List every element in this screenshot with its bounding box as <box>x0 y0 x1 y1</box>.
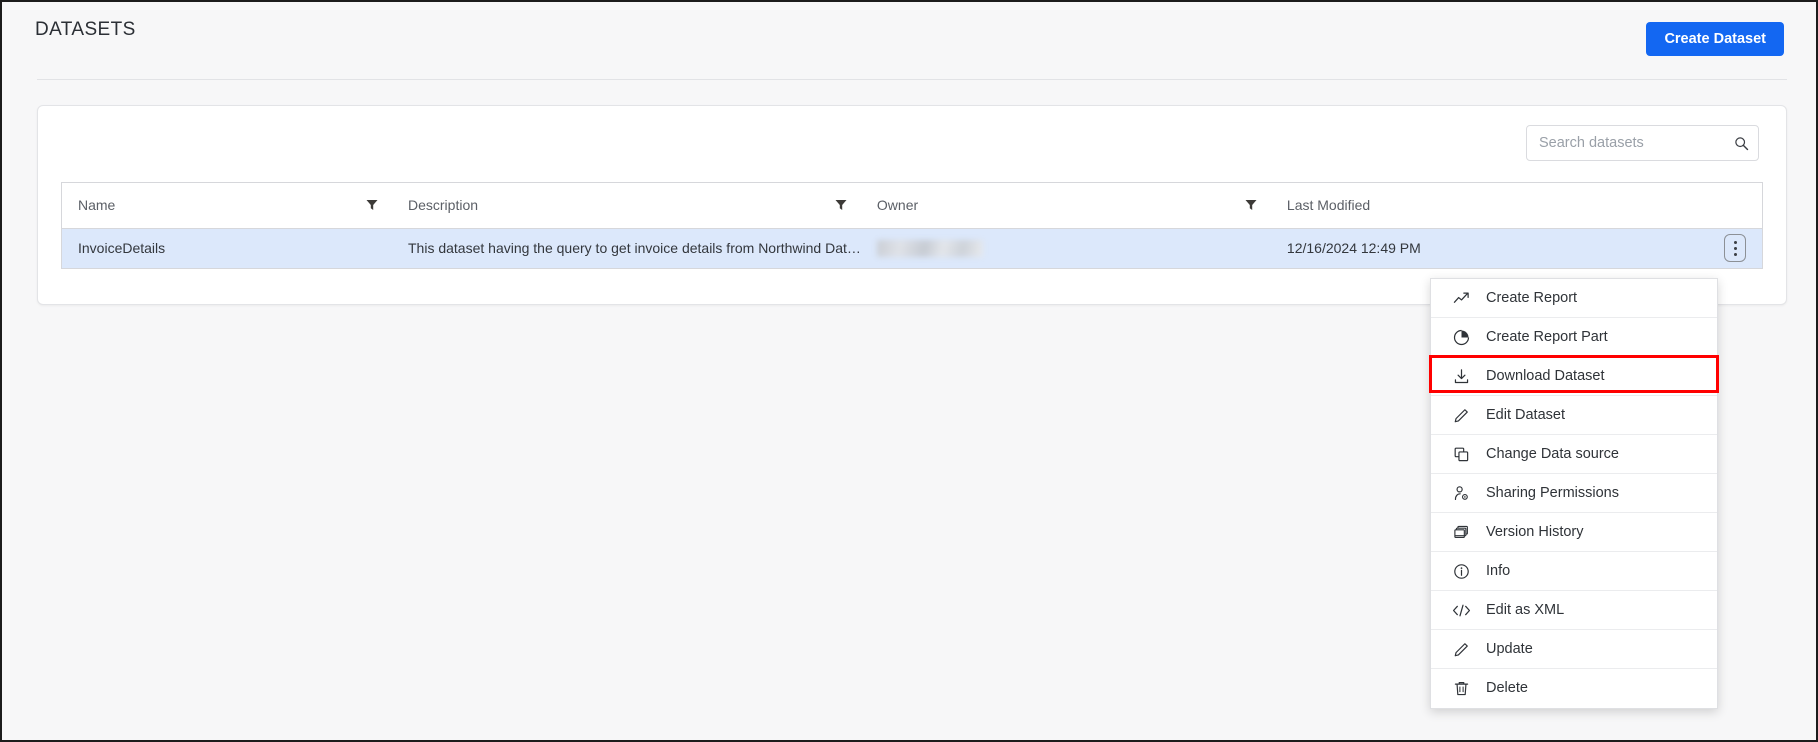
row-context-menu[interactable]: Create Report Create Report Part Downloa… <box>1430 278 1718 709</box>
search-input[interactable] <box>1527 126 1732 160</box>
create-dataset-button[interactable]: Create Dataset <box>1646 22 1784 56</box>
datasets-table: Name Description Owner Last Modified Inv… <box>61 182 1763 269</box>
pencil-icon <box>1450 639 1472 659</box>
menu-label: Create Report Part <box>1486 328 1608 345</box>
search-icon[interactable] <box>1732 126 1758 160</box>
menu-label: Update <box>1486 640 1533 657</box>
menu-label: Info <box>1486 562 1511 579</box>
pencil-icon <box>1450 405 1472 425</box>
column-header-last-modified[interactable]: Last Modified <box>1270 183 1762 229</box>
menu-label: Version History <box>1486 523 1584 540</box>
datasets-card: Name Description <box>37 105 1787 305</box>
kebab-dot <box>1733 246 1737 250</box>
column-header-name[interactable]: Name <box>62 183 392 229</box>
row-actions-kebab-menu-icon[interactable] <box>1724 234 1746 263</box>
column-label-name: Name <box>78 197 116 214</box>
menu-item-edit-as-xml[interactable]: Edit as XML <box>1431 591 1717 630</box>
pie-chart-icon <box>1450 327 1472 347</box>
kebab-dot <box>1733 240 1737 244</box>
cell-last-modified: 12/16/2024 12:49 PM <box>1271 228 1762 268</box>
filter-icon-name[interactable] <box>366 199 378 211</box>
table-row[interactable]: InvoiceDetails This dataset having the q… <box>62 228 1762 268</box>
cell-owner <box>861 228 1271 268</box>
menu-item-create-report-part[interactable]: Create Report Part <box>1431 318 1717 357</box>
menu-label: Change Data source <box>1486 445 1619 462</box>
trash-icon <box>1450 679 1472 699</box>
info-circle-icon <box>1450 561 1472 581</box>
owner-redacted-value <box>876 240 983 258</box>
trend-line-icon <box>1450 288 1472 308</box>
menu-label: Edit Dataset <box>1486 406 1565 423</box>
menu-label: Download Dataset <box>1486 367 1605 384</box>
menu-item-download-dataset[interactable]: Download Dataset <box>1431 357 1717 396</box>
menu-item-sharing-permissions[interactable]: Sharing Permissions <box>1431 474 1717 513</box>
application-window: DATASETS Create Dataset Search datasets … <box>0 0 1818 742</box>
menu-item-delete[interactable]: Delete <box>1431 669 1717 708</box>
copy-icon <box>1450 444 1472 464</box>
cell-description: This dataset having the query to get inv… <box>408 240 861 257</box>
filter-icon-description[interactable] <box>835 199 847 211</box>
column-label-owner: Owner <box>876 197 919 214</box>
column-header-owner[interactable]: Owner <box>860 183 1271 229</box>
menu-item-info[interactable]: Info <box>1431 552 1717 591</box>
table-header-row: Name Description Owner Last Modified <box>62 183 1762 229</box>
download-icon <box>1450 366 1472 386</box>
stacked-windows-icon <box>1450 522 1472 542</box>
last-modified-value: 12/16/2024 12:49 PM <box>1286 240 1421 257</box>
column-header-description[interactable]: Description <box>392 183 861 229</box>
page-header: DATASETS Create Dataset <box>2 2 1816 80</box>
cell-name: InvoiceDetails <box>78 240 166 257</box>
header-divider <box>37 79 1787 80</box>
menu-item-edit-dataset[interactable]: Edit Dataset <box>1431 396 1717 435</box>
code-brackets-icon <box>1450 600 1472 620</box>
column-label-description: Description <box>408 197 479 214</box>
page-title: DATASETS <box>35 19 136 40</box>
menu-label: Sharing Permissions <box>1486 484 1619 501</box>
filter-icon-owner[interactable] <box>1245 199 1257 211</box>
menu-label: Delete <box>1486 680 1528 697</box>
menu-label: Edit as XML <box>1486 601 1565 618</box>
column-label-last-modified: Last Modified <box>1286 197 1371 214</box>
menu-item-create-report[interactable]: Create Report <box>1431 279 1717 318</box>
menu-item-change-data-source[interactable]: Change Data source <box>1431 435 1717 474</box>
menu-item-version-history[interactable]: Version History <box>1431 513 1717 552</box>
menu-item-update[interactable]: Update <box>1431 630 1717 669</box>
search-box[interactable] <box>1526 125 1759 161</box>
kebab-dot <box>1733 252 1737 256</box>
menu-label: Create Report <box>1486 289 1578 306</box>
person-gear-icon <box>1450 483 1472 503</box>
